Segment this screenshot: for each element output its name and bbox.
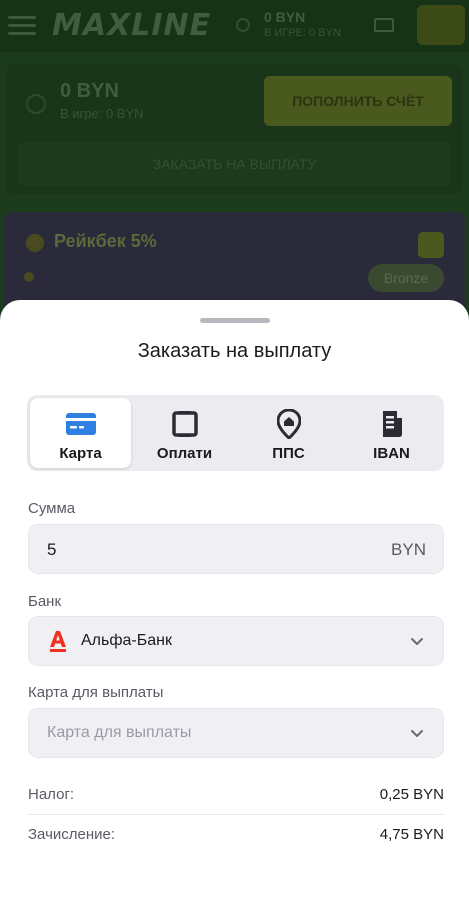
tab-iban[interactable]: IBAN xyxy=(341,398,442,468)
card-label: Карта для выплаты xyxy=(28,684,164,701)
amount-label: Сумма xyxy=(28,500,76,517)
card-placeholder: Карта для выплаты xyxy=(47,724,192,741)
logo: MAXLINE xyxy=(52,8,212,43)
tab-card-label: Карта xyxy=(59,445,102,462)
square-frame-icon xyxy=(169,410,201,438)
tax-row: Налог: 0,25 BYN xyxy=(28,786,444,808)
level-badge: Bronze xyxy=(368,264,444,292)
topup-button[interactable]: ПОПОЛНИТЬ СЧЁТ xyxy=(264,76,452,126)
mail-icon[interactable] xyxy=(374,18,394,32)
credit-label: Зачисление: xyxy=(28,826,116,843)
amount-currency: BYN xyxy=(391,540,426,559)
tab-oplati-label: Оплати xyxy=(156,445,213,462)
bank-label: Банк xyxy=(28,593,62,610)
cashback-icon xyxy=(26,234,44,252)
credit-value: 4,75 BYN xyxy=(379,826,444,843)
summary-divider xyxy=(28,814,444,815)
document-icon xyxy=(376,410,408,438)
header-balance: 0 BYN xyxy=(264,9,306,25)
card-select[interactable]: Карта для выплаты xyxy=(28,708,444,758)
tab-pps-label: ППС xyxy=(272,445,305,462)
tax-label: Налог: xyxy=(28,786,75,803)
wallet-icon xyxy=(26,94,46,114)
header-games-balance: В ИГРЕ: 0 BYN xyxy=(264,27,341,39)
amount-value: 5 xyxy=(47,540,57,559)
balance-icon xyxy=(236,18,250,32)
order-payout-button[interactable]: ЗАКАЗАТЬ НА ВЫПЛАТУ xyxy=(18,142,451,186)
location-house-icon xyxy=(273,409,305,439)
balance-card: 0 BYN В игре: 0 BYN ПОПОЛНИТЬ СЧЁТ ЗАКАЗ… xyxy=(6,64,463,194)
chevron-down-icon xyxy=(409,633,425,649)
alfa-bank-logo xyxy=(49,630,67,652)
bank-name: Альфа-Банк xyxy=(81,632,172,649)
payout-sheet: Заказать на выплату Карта Оплати ППС IBA… xyxy=(0,300,469,898)
cashback-card: Рейкбек 5% Bronze xyxy=(4,212,465,312)
payout-method-tabs: Карта Оплати ППС IBAN xyxy=(27,395,444,471)
balance-in-games: В игре: 0 BYN xyxy=(60,106,144,121)
sheet-grabber[interactable] xyxy=(200,318,270,323)
bank-select[interactable]: Альфа-Банк xyxy=(28,616,444,666)
cashback-title: Рейкбек 5% xyxy=(54,231,157,251)
tab-oplati[interactable]: Оплати xyxy=(134,398,235,468)
credit-card-icon xyxy=(65,410,97,438)
amount-field[interactable]: 5 BYN xyxy=(28,524,444,574)
bet-slip-button[interactable] xyxy=(417,5,465,45)
chevron-down-icon xyxy=(409,725,425,741)
pause-icon[interactable] xyxy=(418,232,444,258)
sheet-title: Заказать на выплату xyxy=(137,340,332,362)
tab-pps[interactable]: ППС xyxy=(238,398,339,468)
tax-value: 0,25 BYN xyxy=(379,786,444,803)
progress-dot xyxy=(24,272,34,282)
menu-icon[interactable] xyxy=(8,16,36,36)
credit-row: Зачисление: 4,75 BYN xyxy=(28,826,444,848)
tab-iban-label: IBAN xyxy=(373,445,410,462)
top-bar: MAXLINE 0 BYN В ИГРЕ: 0 BYN xyxy=(0,0,469,52)
tab-card[interactable]: Карта xyxy=(30,398,131,468)
balance-amount: 0 BYN xyxy=(60,80,119,102)
